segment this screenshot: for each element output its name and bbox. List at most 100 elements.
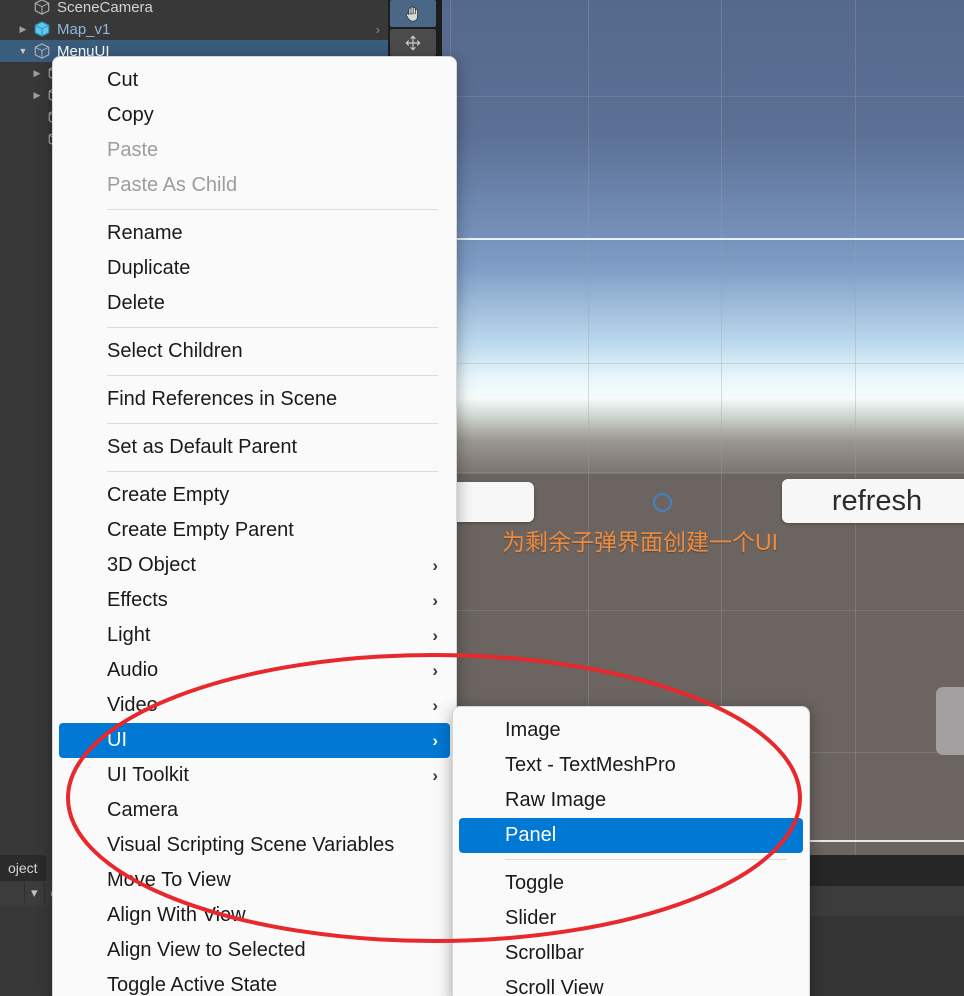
menu-item-label: Paste (107, 139, 159, 161)
chevron-right-icon: › (432, 765, 438, 785)
menu-item-label: Duplicate (107, 257, 191, 279)
menu-item-create-empty-parent[interactable]: Create Empty Parent (53, 513, 456, 548)
menu-item-label: Create Empty Parent (107, 519, 294, 541)
submenu-item-panel[interactable]: Panel (459, 818, 803, 853)
menu-item-toggle-active-state[interactable]: Toggle Active State (53, 968, 456, 996)
unity-editor-window: SceneCamera ▶ Map_v1 › ▼ MenuUI ▶ ▶ refr… (0, 0, 964, 996)
menu-item-label: Toggle Active State (107, 974, 278, 996)
menu-item-label: Move To View (107, 869, 231, 891)
submenu-item-image[interactable]: Image (453, 713, 809, 748)
hierarchy-context-menu[interactable]: Cut Copy Paste Paste As Child Rename Duplicat… (52, 56, 457, 996)
menu-item-label: Align View to Selected (107, 939, 306, 961)
menu-item-3d-object[interactable]: 3D Object › (53, 548, 456, 583)
menu-item-ui[interactable]: UI › (59, 723, 450, 758)
menu-item-duplicate[interactable]: Duplicate (53, 251, 456, 286)
chevron-right-icon: › (432, 625, 438, 645)
menu-item-light[interactable]: Light › (53, 618, 456, 653)
menu-item-select-children[interactable]: Select Children (53, 334, 456, 369)
menu-item-label: Rename (107, 222, 183, 244)
grid-line-horizontal (442, 96, 964, 97)
scene-input-field[interactable] (446, 482, 534, 522)
menu-item-label: Align With View (107, 904, 246, 926)
menu-item-visual-scripting-scene-variables[interactable]: Visual Scripting Scene Variables (53, 828, 456, 863)
gizmo-circle-icon (653, 493, 672, 512)
menu-item-copy[interactable]: Copy (53, 98, 456, 133)
grid-line-vertical (855, 0, 856, 855)
menu-item-label: Panel (505, 824, 557, 846)
grid-line-horizontal (442, 610, 964, 611)
menu-item-label: Paste As Child (107, 174, 238, 196)
menu-item-label: UI Toolkit (107, 764, 189, 786)
menu-item-move-to-view[interactable]: Move To View (53, 863, 456, 898)
menu-item-label: Copy (107, 104, 154, 126)
chevron-right-icon[interactable]: ▶ (28, 68, 46, 79)
menu-item-label: Create Empty (107, 484, 230, 506)
menu-separator (107, 471, 438, 472)
project-tab-label: oject (8, 860, 38, 876)
menu-separator (107, 375, 438, 376)
menu-item-find-references-in-scene[interactable]: Find References in Scene (53, 382, 456, 417)
menu-item-label: Scroll View (505, 977, 604, 996)
hierarchy-row[interactable]: SceneCamera (0, 0, 406, 18)
menu-item-paste: Paste (53, 133, 456, 168)
ui-submenu[interactable]: Image Text - TextMeshPro Raw Image Panel Tog… (452, 706, 810, 996)
scene-scrollbar-thumb[interactable] (936, 687, 964, 755)
menu-item-label: Set as Default Parent (107, 436, 298, 458)
menu-item-label: Visual Scripting Scene Variables (107, 834, 395, 856)
chevron-right-icon[interactable]: ▶ (28, 90, 46, 101)
submenu-item-scroll-view[interactable]: Scroll View (453, 971, 809, 996)
menu-item-paste-as-child: Paste As Child (53, 168, 456, 203)
menu-separator (107, 423, 438, 424)
hierarchy-row[interactable]: ▶ Map_v1 › (0, 18, 406, 40)
menu-item-delete[interactable]: Delete (53, 286, 456, 321)
menu-item-effects[interactable]: Effects › (53, 583, 456, 618)
menu-item-cut[interactable]: Cut (53, 63, 456, 98)
submenu-item-slider[interactable]: Slider (453, 901, 809, 936)
menu-item-set-as-default-parent[interactable]: Set as Default Parent (53, 430, 456, 465)
menu-item-video[interactable]: Video › (53, 688, 456, 723)
refresh-button[interactable]: refresh (782, 479, 964, 523)
gameobject-cube-icon (32, 42, 52, 60)
submenu-item-text-textmeshpro[interactable]: Text - TextMeshPro (453, 748, 809, 783)
submenu-item-raw-image[interactable]: Raw Image (453, 783, 809, 818)
menu-item-label: Effects (107, 589, 168, 611)
chevron-right-icon: › (432, 730, 438, 750)
chevron-right-icon: › (432, 590, 438, 610)
menu-item-audio[interactable]: Audio › (53, 653, 456, 688)
scene-annotation-text: 为剩余子弹界面创建一个UI (502, 529, 778, 555)
menu-item-camera[interactable]: Camera (53, 793, 456, 828)
grid-line-horizontal (442, 472, 964, 473)
menu-item-ui-toolkit[interactable]: UI Toolkit › (53, 758, 456, 793)
menu-item-label: Toggle (505, 872, 564, 894)
project-filter-dropdown[interactable]: ▾ (25, 883, 45, 903)
menu-item-create-empty[interactable]: Create Empty (53, 478, 456, 513)
submenu-item-scrollbar[interactable]: Scrollbar (453, 936, 809, 971)
gameobject-cube-icon (32, 0, 52, 16)
submenu-item-toggle[interactable]: Toggle (453, 866, 809, 901)
menu-item-label: Select Children (107, 340, 243, 362)
gameobject-cube-icon (32, 20, 52, 38)
menu-item-label: Raw Image (505, 789, 607, 811)
project-tab[interactable]: oject (0, 855, 46, 881)
chevron-right-icon[interactable]: › (376, 22, 380, 37)
menu-item-label: Cut (107, 69, 139, 91)
menu-item-align-with-view[interactable]: Align With View (53, 898, 456, 933)
menu-item-rename[interactable]: Rename (53, 216, 456, 251)
chevron-down-icon[interactable]: ▼ (14, 46, 32, 56)
menu-item-label: 3D Object (107, 554, 196, 576)
refresh-button-label: refresh (831, 484, 923, 517)
menu-item-label: Slider (505, 907, 557, 929)
move-tool-button[interactable] (390, 29, 436, 56)
menu-item-label: UI (107, 729, 127, 751)
menu-item-label: Audio (107, 659, 159, 681)
chevron-down-icon: ▾ (31, 885, 38, 900)
chevron-right-icon[interactable]: ▶ (14, 24, 32, 35)
hand-tool-button[interactable] (390, 0, 436, 27)
project-toolbar-divider (0, 883, 25, 903)
menu-item-label: Find References in Scene (107, 388, 338, 410)
menu-item-align-view-to-selected[interactable]: Align View to Selected (53, 933, 456, 968)
menu-item-label: Light (107, 624, 151, 646)
menu-item-label: Video (107, 694, 158, 716)
menu-item-label: Scrollbar (505, 942, 584, 964)
hierarchy-row-label: Map_v1 (57, 20, 111, 38)
